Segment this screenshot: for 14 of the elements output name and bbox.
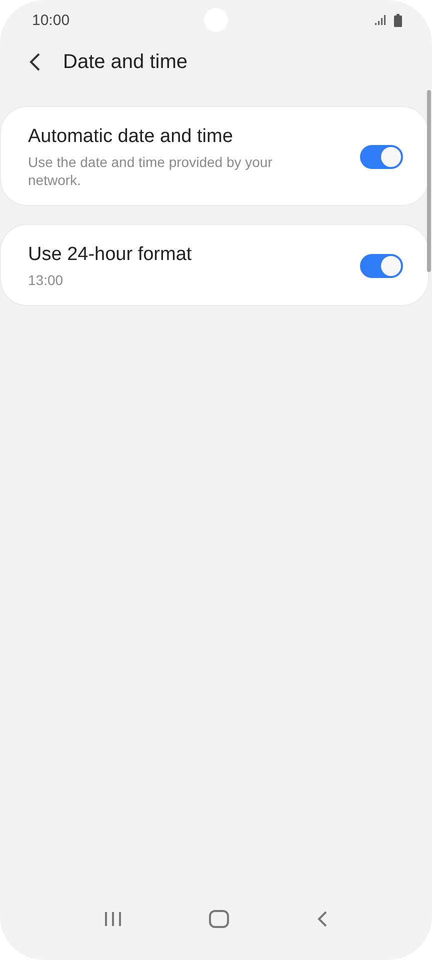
battery-icon [394, 14, 402, 26]
setting-title: Automatic date and time [28, 125, 234, 149]
signal-icon [375, 15, 386, 25]
setting-title: Use 24-hour format [28, 243, 193, 267]
toggle-switch[interactable] [360, 254, 402, 278]
setting-card[interactable]: Automatic date and time Use the date and time provided by your network. [1, 107, 428, 205]
page-title: Date and time [63, 50, 188, 74]
recent-apps-icon[interactable] [104, 911, 122, 927]
setting-description: 13:00 [28, 271, 64, 289]
status-time: 10:00 [32, 12, 70, 28]
setting-card[interactable]: Use 24-hour format 13:00 [1, 225, 428, 305]
setting-description: Use the date and time provided by your network. [28, 153, 274, 189]
home-icon[interactable] [208, 910, 229, 928]
toggle-switch[interactable] [360, 145, 402, 169]
